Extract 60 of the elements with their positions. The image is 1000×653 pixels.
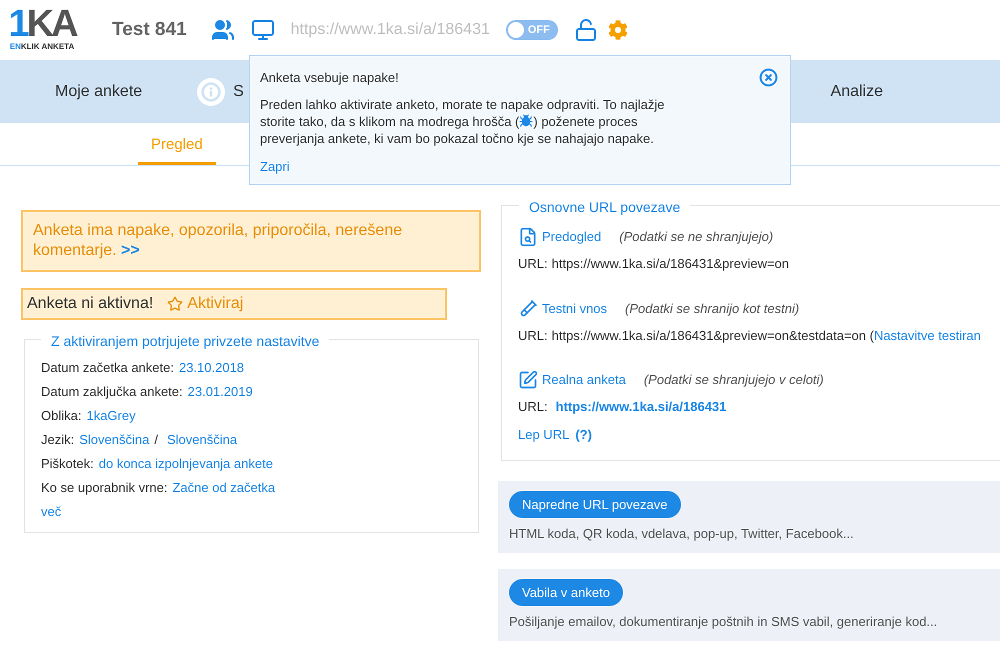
setting-value[interactable]: Slovenščina [166, 430, 238, 450]
setting-label: Datum zaključka ankete: [41, 383, 183, 402]
status-text: Anketa ni aktivna! [27, 294, 154, 314]
more-link[interactable]: več [41, 502, 62, 522]
setting-value[interactable]: Začne od začetka [172, 478, 276, 498]
survey-link[interactable]: https://www.1ka.si/a/186431 [556, 397, 726, 416]
star-icon [167, 296, 184, 312]
url-label: URL: [518, 326, 548, 344]
setting-value[interactable]: 23.01.2019 [188, 382, 253, 402]
close-link[interactable]: Zapri [260, 156, 780, 176]
setting-value[interactable]: 1kaGrey [86, 406, 136, 426]
unlocked-padlock-icon[interactable] [574, 18, 598, 42]
setting-label: Jezik: [41, 431, 74, 450]
url-type-link[interactable]: Testni vnos [542, 298, 608, 318]
feature-button[interactable]: Napredne URL povezave [509, 491, 680, 518]
document-search-icon [518, 227, 538, 247]
feature-description: Pošiljanje emailov, dokumentiranje poštnih in SMS vabil, generiranje kod... [509, 613, 938, 631]
url-text: https://www.1ka.si/a/186431&preview=on [552, 255, 790, 273]
activation-toggle[interactable]: OFF [506, 20, 558, 40]
activate-button[interactable]: Aktiviraj [167, 292, 244, 316]
url-note: (Podatki se shranjujejo v celoti) [644, 371, 824, 390]
popup-message: preverjanja ankete, ki vam bo pokazal točno kje se nahajajo napake. [260, 130, 654, 146]
popup-message: ) poženete proces [533, 112, 638, 130]
nav-item[interactable]: Analize [830, 80, 883, 104]
setting-label: Datum začetka ankete: [41, 359, 174, 378]
url-label: URL: [518, 398, 548, 416]
bug-icon[interactable] [519, 114, 534, 128]
monitor-icon[interactable] [250, 18, 275, 42]
separator: / [154, 431, 158, 450]
url-label: URL: [518, 255, 548, 273]
popup-title: Anketa vsebuje napake! [260, 69, 399, 87]
settings-link[interactable]: Nastavitve testiran [874, 326, 981, 345]
warning-text: Anketa ima napake, opozorila, priporočila, nerešene komentarje. >> [33, 221, 404, 261]
edit-icon [518, 370, 538, 390]
url-type-link[interactable]: Predogled [542, 227, 602, 247]
url-note: (Podatki se shranijo kot testni) [625, 300, 800, 318]
help-link[interactable]: (?) [575, 424, 592, 444]
setting-label: Oblika: [41, 407, 82, 426]
feature-description: HTML koda, QR koda, vdelava, pop-up, Twitter, Facebook... [509, 525, 855, 543]
url-note: (Podatki se ne shranjujejo) [619, 228, 774, 246]
setting-value[interactable]: 23.10.2018 [178, 358, 244, 378]
setting-value[interactable]: do konca izpolnjevanja ankete [98, 454, 273, 474]
details-link[interactable]: >> [121, 242, 140, 259]
feature-button[interactable]: Vabila v anketo [509, 579, 623, 606]
url-type-link[interactable]: Realna anketa [542, 370, 626, 390]
popup-message: Preden lahko aktivirate anketo, morate te napake odpraviti. To najlažje [260, 96, 664, 112]
subtab[interactable]: Pregled [138, 134, 216, 165]
nav-item[interactable]: S [233, 80, 244, 104]
settings-icon[interactable] [608, 20, 628, 40]
info-icon [197, 78, 226, 106]
close-icon[interactable] [759, 68, 778, 87]
survey-title: Test 841 [112, 18, 187, 42]
nav-item[interactable]: Moje ankete [55, 80, 142, 104]
setting-label: Ko se uporabnik vrne: [41, 479, 168, 498]
popup-message: storite tako, da s klikom na modrega hrošča ( [260, 112, 520, 130]
setting-label: Piškotek: [41, 455, 94, 474]
pretty-url-link[interactable]: Lep URL [518, 424, 570, 444]
setting-value[interactable]: Slovenščina [79, 430, 150, 450]
users-icon[interactable] [210, 18, 235, 42]
url-text: https://www.1ka.si/a/186431&preview=on&testdata=on ( [552, 326, 874, 345]
